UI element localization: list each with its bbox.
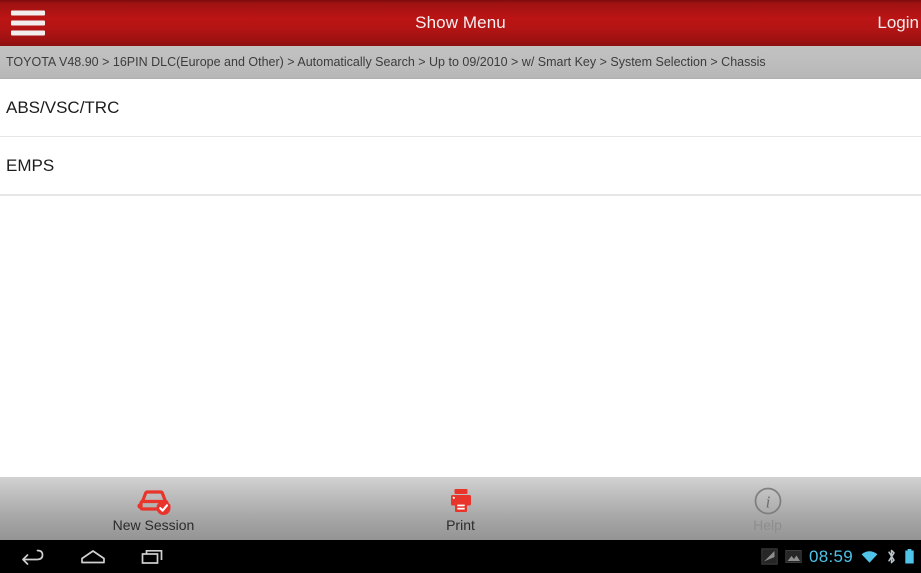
- toolbar-item-label: Print: [446, 516, 475, 533]
- breadcrumb-text: TOYOTA V48.90 > 16PIN DLC(Europe and Oth…: [6, 55, 766, 69]
- android-nav-buttons: [0, 548, 166, 566]
- screenshot-icon: [761, 548, 778, 565]
- android-status-icons: 08:59: [761, 547, 915, 567]
- login-button[interactable]: Login: [877, 13, 919, 33]
- android-navbar: 08:59: [0, 540, 921, 573]
- printer-icon: [447, 486, 475, 516]
- image-icon: [785, 548, 802, 565]
- recent-apps-icon[interactable]: [140, 548, 166, 566]
- list-item-label: ABS/VSC/TRC: [6, 97, 120, 117]
- list-item[interactable]: EMPS: [0, 137, 921, 195]
- status-clock: 08:59: [808, 546, 853, 566]
- app-header: Show Menu Login: [0, 0, 921, 46]
- list-bottom-divider: [0, 195, 921, 196]
- bottom-toolbar: New Session Print i Help: [0, 477, 921, 540]
- list-item-label: EMPS: [6, 155, 55, 175]
- svg-text:i: i: [765, 492, 770, 511]
- app-window: Show Menu Login TOYOTA V48.90 > 16PIN DL…: [0, 0, 921, 573]
- print-button[interactable]: Print: [307, 477, 614, 540]
- info-circle-icon: i: [753, 486, 783, 516]
- system-menu-list: ABS/VSC/TRC EMPS: [0, 79, 921, 477]
- breadcrumb: TOYOTA V48.90 > 16PIN DLC(Europe and Oth…: [0, 46, 921, 79]
- new-session-button[interactable]: New Session: [0, 477, 307, 540]
- home-icon[interactable]: [79, 548, 107, 566]
- toolbar-item-label: Help: [753, 516, 782, 533]
- help-button[interactable]: i Help: [614, 477, 921, 540]
- back-arrow-icon[interactable]: [20, 548, 46, 566]
- list-item[interactable]: ABS/VSC/TRC: [0, 79, 921, 137]
- bluetooth-icon: [886, 548, 897, 565]
- battery-icon: [904, 548, 915, 565]
- car-check-icon: [135, 486, 173, 516]
- wifi-icon: [860, 549, 879, 565]
- toolbar-item-label: New Session: [112, 516, 195, 533]
- page-title: Show Menu: [415, 13, 506, 32]
